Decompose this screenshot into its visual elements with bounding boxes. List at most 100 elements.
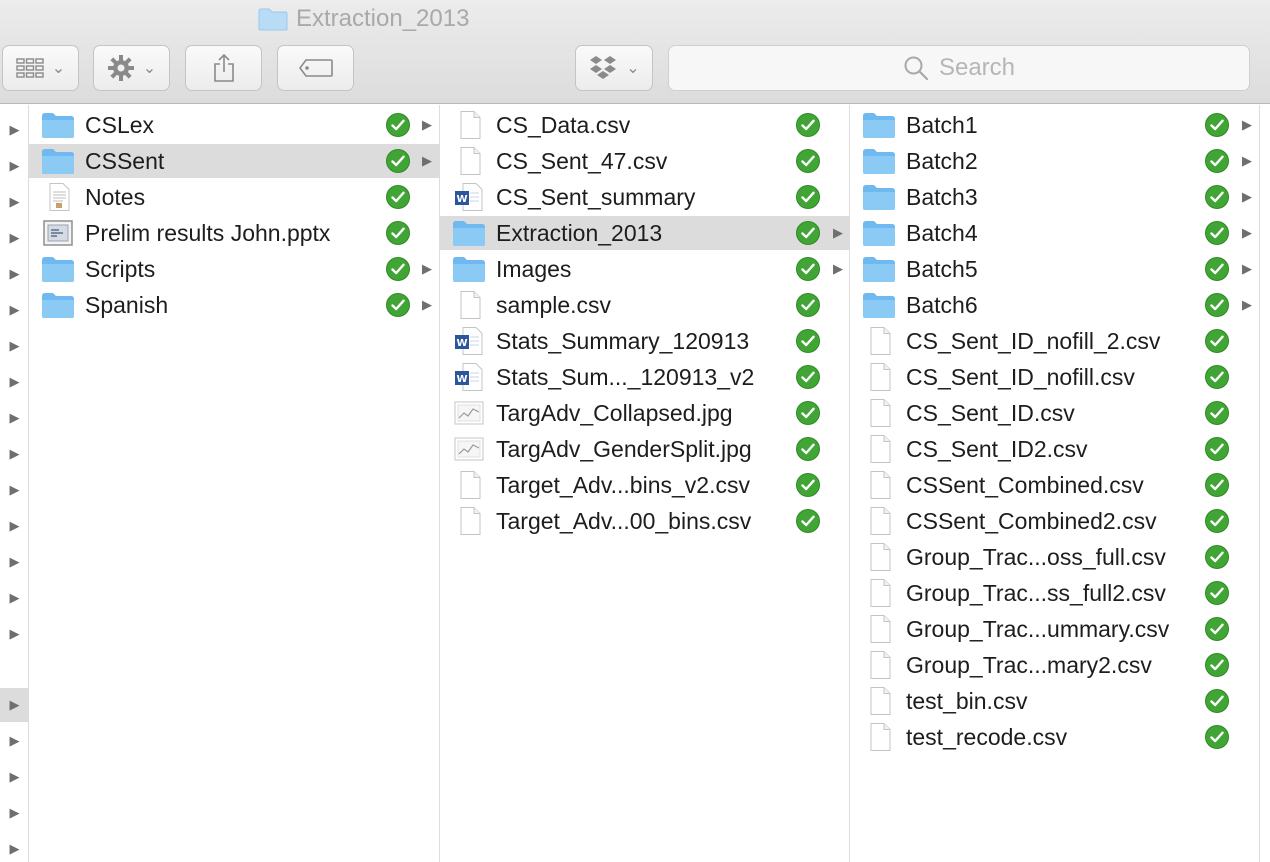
file-item-notes[interactable]: Notes bbox=[29, 180, 439, 214]
file-item-cs-sent-id2-csv[interactable]: CS_Sent_ID2.csv bbox=[850, 432, 1259, 466]
disclosure-arrow-icon[interactable]: ▶ bbox=[0, 401, 29, 435]
disclosure-arrow-icon[interactable]: ▶ bbox=[0, 581, 29, 615]
parent-column[interactable]: ▶ ▶ ▶ ▶ ▶ ▶ ▶ ▶ ▶ ▶ ▶ ▶ ▶ ▶ ▶ ▶ ▶ ▶ ▶ ▶ bbox=[0, 105, 29, 862]
file-item-cs-sent-id-csv[interactable]: CS_Sent_ID.csv bbox=[850, 396, 1259, 430]
folder-icon bbox=[862, 183, 896, 211]
disclosure-arrow-icon[interactable]: ▶ bbox=[0, 473, 29, 507]
item-name: Group_Trac...mary2.csv bbox=[906, 652, 1152, 678]
folder-icon bbox=[41, 147, 75, 175]
folder-item-batch4[interactable]: Batch4 ▶ bbox=[850, 216, 1259, 250]
file-item-group-trac-oss-full-csv[interactable]: Group_Trac...oss_full.csv bbox=[850, 540, 1259, 574]
disclosure-arrow-icon[interactable]: ▶ bbox=[420, 108, 434, 142]
disclosure-arrow-icon[interactable]: ▶ bbox=[0, 221, 29, 255]
file-item-stats-sum-120913-v2[interactable]: W Stats_Sum..._120913_v2 bbox=[440, 360, 849, 394]
column-cssent[interactable]: CS_Data.csv CS_Sent_47.csv W CS_Sent_summar… bbox=[440, 105, 850, 862]
document-icon bbox=[862, 327, 896, 355]
sync-status-icon bbox=[386, 113, 410, 137]
file-item-test-recode-csv[interactable]: test_recode.csv bbox=[850, 720, 1259, 754]
folder-item-extraction-2013[interactable]: Extraction_2013 ▶ bbox=[440, 216, 849, 250]
folder-item-scripts[interactable]: Scripts ▶ bbox=[29, 252, 439, 286]
disclosure-arrow-icon[interactable]: ▶ bbox=[0, 832, 29, 862]
folder-item-batch6[interactable]: Batch6 ▶ bbox=[850, 288, 1259, 322]
disclosure-arrow-icon[interactable]: ▶ bbox=[1240, 108, 1254, 142]
check-icon bbox=[1210, 551, 1224, 563]
file-item-cs-data-csv[interactable]: CS_Data.csv bbox=[440, 108, 849, 142]
disclosure-arrow-icon[interactable]: ▶ bbox=[0, 545, 29, 579]
disclosure-arrow-icon[interactable]: ▶ bbox=[831, 216, 845, 250]
file-item-cs-sent-id-nofill-csv[interactable]: CS_Sent_ID_nofill.csv bbox=[850, 360, 1259, 394]
sync-status-icon bbox=[1205, 689, 1229, 713]
view-options-button[interactable]: ⌄ bbox=[2, 45, 79, 91]
folder-item-batch5[interactable]: Batch5 ▶ bbox=[850, 252, 1259, 286]
folder-item-images[interactable]: Images ▶ bbox=[440, 252, 849, 286]
folder-item-cslex[interactable]: CSLex ▶ bbox=[29, 108, 439, 142]
disclosure-arrow-icon[interactable]: ▶ bbox=[0, 688, 29, 722]
search-field[interactable]: Search bbox=[668, 45, 1250, 91]
check-icon bbox=[801, 335, 815, 347]
check-icon bbox=[1210, 407, 1224, 419]
dropbox-button[interactable]: ⌄ bbox=[575, 45, 653, 91]
disclosure-arrow-icon[interactable]: ▶ bbox=[831, 252, 845, 286]
file-item-group-trac-mary2-csv[interactable]: Group_Trac...mary2.csv bbox=[850, 648, 1259, 682]
sync-status-icon bbox=[1205, 293, 1229, 317]
disclosure-arrow-icon[interactable]: ▶ bbox=[0, 617, 29, 651]
svg-text:W: W bbox=[456, 194, 467, 205]
document-icon bbox=[862, 507, 896, 535]
item-name: Batch1 bbox=[906, 112, 978, 138]
disclosure-arrow-icon[interactable]: ▶ bbox=[420, 144, 434, 178]
disclosure-arrow-icon[interactable]: ▶ bbox=[0, 796, 29, 830]
file-item-cssent-combined2-csv[interactable]: CSSent_Combined2.csv bbox=[850, 504, 1259, 538]
file-item-cs-sent-47-csv[interactable]: CS_Sent_47.csv bbox=[440, 144, 849, 178]
disclosure-arrow-icon[interactable]: ▶ bbox=[0, 437, 29, 471]
disclosure-arrow-icon[interactable]: ▶ bbox=[0, 724, 29, 758]
file-item-prelim-results-john-pptx[interactable]: Prelim results John.pptx bbox=[29, 216, 439, 250]
file-item-group-trac-ummary-csv[interactable]: Group_Trac...ummary.csv bbox=[850, 612, 1259, 646]
disclosure-arrow-icon[interactable]: ▶ bbox=[1240, 144, 1254, 178]
file-item-target-adv-00-bins-csv[interactable]: Target_Adv...00_bins.csv bbox=[440, 504, 849, 538]
disclosure-arrow-icon[interactable]: ▶ bbox=[420, 288, 434, 322]
folder-icon bbox=[452, 255, 486, 283]
disclosure-arrow-icon[interactable]: ▶ bbox=[420, 252, 434, 286]
check-icon bbox=[1210, 479, 1224, 491]
tags-button[interactable] bbox=[277, 45, 354, 91]
item-name: CS_Data.csv bbox=[496, 112, 631, 138]
file-item-sample-csv[interactable]: sample.csv bbox=[440, 288, 849, 322]
folder-item-batch2[interactable]: Batch2 ▶ bbox=[850, 144, 1259, 178]
column-extraction-2013[interactable]: Batch1 ▶ Batch2 ▶ Batch3 ▶ Batch4 ▶ Batch5 ▶ Batch… bbox=[850, 105, 1260, 862]
folder-item-batch3[interactable]: Batch3 ▶ bbox=[850, 180, 1259, 214]
disclosure-arrow-icon[interactable]: ▶ bbox=[0, 293, 29, 327]
disclosure-arrow-icon[interactable]: ▶ bbox=[0, 365, 29, 399]
disclosure-arrow-icon[interactable]: ▶ bbox=[0, 257, 29, 291]
file-item-targadv-gendersplit-jpg[interactable]: TargAdv_GenderSplit.jpg bbox=[440, 432, 849, 466]
disclosure-arrow-icon[interactable]: ▶ bbox=[0, 760, 29, 794]
check-icon bbox=[801, 263, 815, 275]
disclosure-arrow-icon[interactable]: ▶ bbox=[0, 329, 29, 363]
folder-item-cssent[interactable]: CSSent ▶ bbox=[29, 144, 439, 178]
file-item-cssent-combined-csv[interactable]: CSSent_Combined.csv bbox=[850, 468, 1259, 502]
share-button[interactable] bbox=[185, 45, 262, 91]
file-item-target-adv-bins-v2-csv[interactable]: Target_Adv...bins_v2.csv bbox=[440, 468, 849, 502]
disclosure-arrow-icon[interactable]: ▶ bbox=[1240, 216, 1254, 250]
action-menu-button[interactable]: ⌄ bbox=[93, 45, 170, 91]
file-item-cs-sent-id-nofill-2-csv[interactable]: CS_Sent_ID_nofill_2.csv bbox=[850, 324, 1259, 358]
disclosure-arrow-icon[interactable]: ▶ bbox=[0, 113, 29, 147]
disclosure-arrow-icon[interactable]: ▶ bbox=[1240, 288, 1254, 322]
column-cssent-parent[interactable]: CSLex ▶ CSSent ▶ Notes Prelim results John.pp… bbox=[29, 105, 440, 862]
sync-status-icon bbox=[796, 293, 820, 317]
disclosure-arrow-icon[interactable]: ▶ bbox=[0, 149, 29, 183]
disclosure-arrow-icon[interactable]: ▶ bbox=[1240, 180, 1254, 214]
file-item-targadv-collapsed-jpg[interactable]: TargAdv_Collapsed.jpg bbox=[440, 396, 849, 430]
disclosure-arrow-icon[interactable]: ▶ bbox=[0, 185, 29, 219]
disclosure-arrow-icon[interactable]: ▶ bbox=[0, 509, 29, 543]
file-item-group-trac-ss-full2-csv[interactable]: Group_Trac...ss_full2.csv bbox=[850, 576, 1259, 610]
item-name: Batch3 bbox=[906, 184, 978, 210]
file-item-stats-summary-120913[interactable]: W Stats_Summary_120913 bbox=[440, 324, 849, 358]
folder-item-spanish[interactable]: Spanish ▶ bbox=[29, 288, 439, 322]
document-icon bbox=[862, 435, 896, 463]
item-name: CSLex bbox=[85, 112, 155, 138]
disclosure-arrow-icon[interactable]: ▶ bbox=[1240, 252, 1254, 286]
file-item-test-bin-csv[interactable]: test_bin.csv bbox=[850, 684, 1259, 718]
folder-item-batch1[interactable]: Batch1 ▶ bbox=[850, 108, 1259, 142]
file-item-cs-sent-summary[interactable]: W CS_Sent_summary bbox=[440, 180, 849, 214]
sync-status-icon bbox=[1205, 221, 1229, 245]
